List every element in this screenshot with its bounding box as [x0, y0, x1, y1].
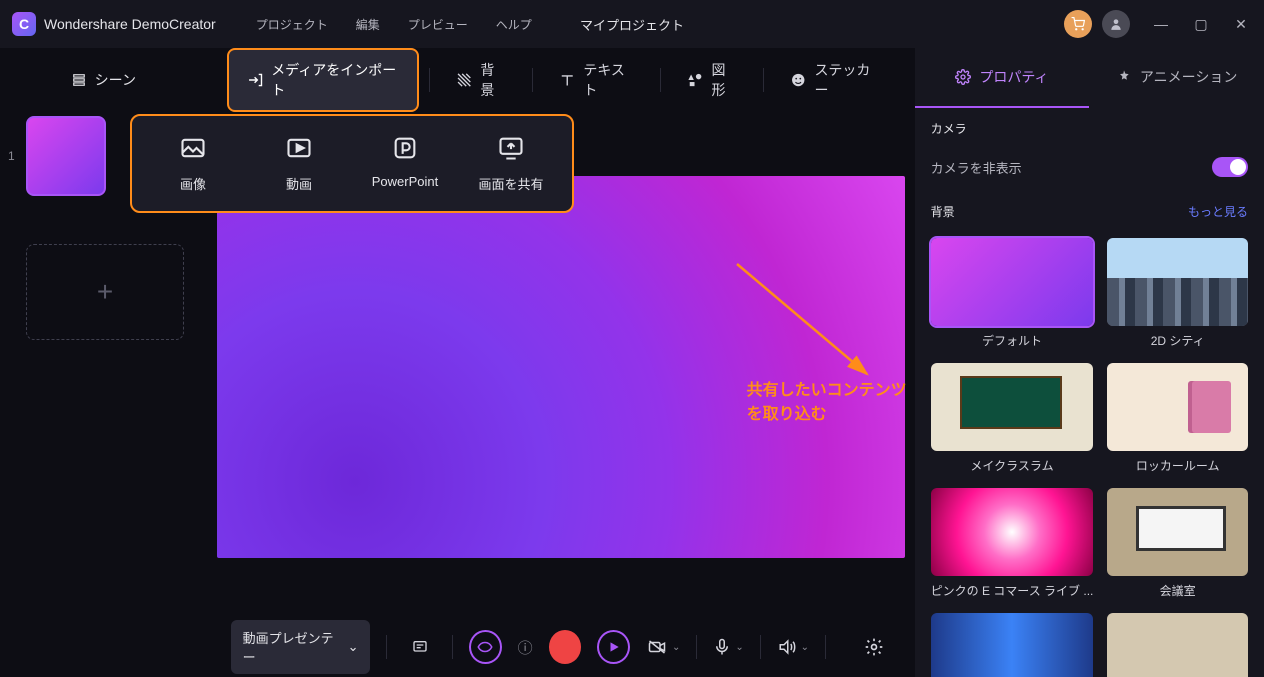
settings-icon[interactable]: [858, 630, 891, 664]
app-name: Wondershare DemoCreator: [44, 16, 216, 32]
bg-item-6[interactable]: [931, 613, 1094, 677]
import-powerpoint[interactable]: PowerPoint: [352, 134, 458, 193]
bg-item-5[interactable]: 会議室: [1107, 488, 1248, 599]
background-section-label: 背景: [931, 203, 955, 220]
properties-panel: プロパティ アニメーション カメラ カメラを非表示 背景 もっと見る デフォルト…: [915, 48, 1264, 677]
hide-camera-label: カメラを非表示: [931, 158, 1022, 177]
scene-header: シーン: [0, 48, 207, 112]
chevron-down-icon: ⌄: [348, 639, 359, 655]
sticker-icon: [790, 71, 807, 89]
video-icon: [285, 134, 313, 162]
gear-icon: [955, 69, 971, 85]
layers-icon: [71, 73, 87, 87]
effects-icon[interactable]: [469, 630, 502, 664]
bg-caption: デフォルト: [931, 332, 1094, 349]
import-media-button[interactable]: メディアをインポート: [227, 48, 419, 112]
import-icon: [247, 71, 264, 89]
toolbar-background[interactable]: 背景: [440, 52, 522, 108]
bg-item-7[interactable]: [1107, 613, 1248, 677]
speaker-control[interactable]: ⌄: [777, 638, 809, 656]
import-media-label: メディアをインポート: [271, 60, 399, 100]
scene-thumbnail[interactable]: [26, 116, 106, 196]
record-button[interactable]: [549, 630, 582, 664]
background-icon: [456, 71, 472, 89]
titlebar: C Wondershare DemoCreator プロジェクト 編集 プレビュ…: [0, 0, 1264, 48]
canvas[interactable]: [217, 176, 905, 558]
bg-thumb: [1107, 363, 1248, 451]
scene-number: 1: [8, 149, 18, 163]
chevron-down-icon: ⌄: [801, 642, 809, 653]
hide-camera-row: カメラを非表示: [931, 147, 1248, 195]
share-screen-icon: [497, 134, 525, 162]
menu-edit[interactable]: 編集: [356, 16, 380, 33]
bg-thumb: [931, 488, 1094, 576]
scene-header-label: シーン: [95, 70, 136, 90]
bg-item-3[interactable]: ロッカールーム: [1107, 363, 1248, 474]
bg-item-4[interactable]: ピンクの E コマース ライブ ...: [931, 488, 1094, 599]
minimize-button[interactable]: —: [1150, 16, 1172, 33]
bg-caption: 会議室: [1107, 582, 1248, 599]
shape-icon: [687, 71, 703, 89]
camera-control[interactable]: ⌄: [646, 638, 680, 656]
toolbar-text[interactable]: テキスト: [543, 52, 650, 108]
background-grid: デフォルト 2D シティメイクラスラムロッカールームピンクの E コマース ライブ…: [931, 238, 1248, 677]
hide-camera-toggle[interactable]: [1212, 157, 1248, 177]
bg-thumb: [931, 363, 1094, 451]
teleprompter-icon[interactable]: [403, 630, 436, 664]
bg-caption: メイクラスラム: [931, 457, 1094, 474]
wand-icon: [1116, 69, 1132, 85]
avatar-icon[interactable]: [1102, 10, 1130, 38]
bg-thumb: [931, 238, 1094, 326]
mic-control[interactable]: ⌄: [713, 637, 743, 657]
chevron-down-icon: ⌄: [672, 642, 680, 653]
menu-preview[interactable]: プレビュー: [408, 16, 468, 33]
camera-section-label: カメラ: [931, 108, 1248, 147]
bg-caption: ロッカールーム: [1107, 457, 1248, 474]
asset-toolbar: メディアをインポート 背景 テキスト 図形 ステッカー: [217, 48, 905, 112]
toolbar-sticker[interactable]: ステッカー: [774, 52, 895, 108]
import-share-screen[interactable]: 画面を共有: [458, 134, 564, 193]
mode-select[interactable]: 動画プレゼンテー ⌄: [231, 620, 371, 674]
bg-caption: 2D シティ: [1107, 332, 1248, 349]
cart-icon[interactable]: [1064, 10, 1092, 38]
close-button[interactable]: ✕: [1230, 16, 1252, 33]
bg-item-1[interactable]: 2D シティ: [1107, 238, 1248, 349]
camera-icon: [646, 638, 668, 656]
import-image[interactable]: 画像: [140, 134, 246, 193]
bg-caption: ピンクの E コマース ライブ ...: [931, 582, 1094, 599]
menu-project[interactable]: プロジェクト: [256, 16, 328, 33]
bg-thumb: [1107, 488, 1248, 576]
main-menu: プロジェクト 編集 プレビュー ヘルプ: [256, 16, 532, 33]
powerpoint-icon: [391, 134, 419, 162]
bg-item-0[interactable]: デフォルト: [931, 238, 1094, 349]
text-icon: [559, 71, 575, 89]
bg-thumb: [931, 613, 1094, 677]
add-scene-button[interactable]: +: [26, 244, 184, 340]
bg-thumb: [1107, 613, 1248, 677]
menu-help[interactable]: ヘルプ: [496, 16, 532, 33]
mic-icon: [713, 637, 731, 657]
speaker-icon: [777, 638, 797, 656]
import-video[interactable]: 動画: [246, 134, 352, 193]
help-icon[interactable]: ⓘ: [518, 637, 533, 658]
bg-thumb: [1107, 238, 1248, 326]
toolbar-shape[interactable]: 図形: [671, 52, 753, 108]
tab-animation[interactable]: アニメーション: [1089, 48, 1264, 108]
tab-property[interactable]: プロパティ: [915, 48, 1090, 108]
play-button[interactable]: [597, 630, 630, 664]
import-dropdown: 画像 動画 PowerPoint 画面を共有: [130, 114, 574, 213]
project-title: マイプロジェクト: [580, 15, 684, 34]
panel-tabs: プロパティ アニメーション: [915, 48, 1264, 108]
bottom-bar: 動画プレゼンテー ⌄ ⓘ ⌄ ⌄: [217, 617, 905, 677]
bg-item-2[interactable]: メイクラスラム: [931, 363, 1094, 474]
app-logo: C: [12, 12, 36, 36]
maximize-button[interactable]: ▢: [1190, 16, 1212, 33]
chevron-down-icon: ⌄: [735, 642, 743, 653]
background-more-link[interactable]: もっと見る: [1188, 203, 1248, 220]
image-icon: [179, 134, 207, 162]
window-controls-group: — ▢ ✕: [1064, 10, 1252, 38]
